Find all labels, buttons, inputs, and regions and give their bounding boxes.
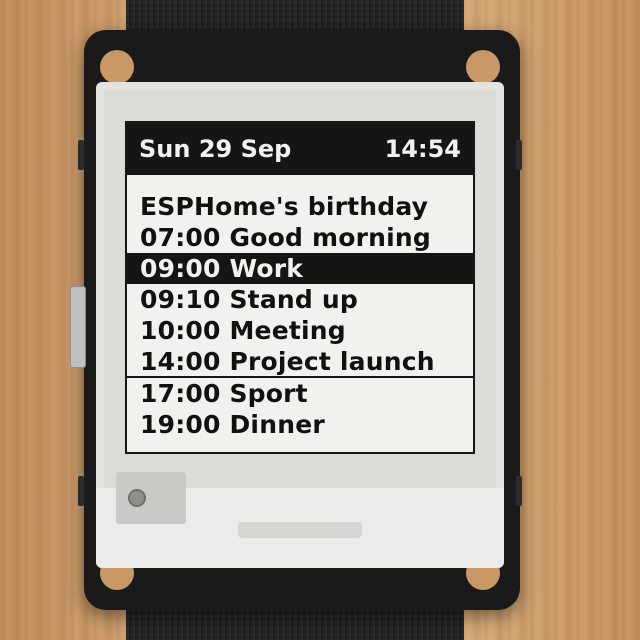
case-pin-top-right bbox=[516, 140, 522, 170]
case-pin-bottom-right bbox=[516, 476, 522, 506]
chin-shelf bbox=[116, 472, 186, 524]
header-date: Sun 29 Sep bbox=[139, 135, 292, 163]
event-row: 07:00 Good morning bbox=[140, 223, 431, 252]
lug-hole-top-right bbox=[466, 50, 500, 84]
event-row: 10:00 Meeting bbox=[140, 316, 346, 345]
event-row: 09:10 Stand up bbox=[140, 285, 358, 314]
chin-slot bbox=[238, 522, 362, 538]
case-pin-top-left bbox=[78, 140, 84, 170]
case-pin-bottom-left bbox=[78, 476, 84, 506]
event-row-current: 09:00 Work bbox=[127, 253, 473, 284]
lug-hole-top-left bbox=[100, 50, 134, 84]
event-row: 14:00 Project launch bbox=[140, 347, 435, 376]
screen-header: Sun 29 Sep 14:54 bbox=[127, 123, 473, 175]
side-button[interactable] bbox=[70, 286, 86, 368]
eink-screen: Sun 29 Sep 14:54 ESPHome's birthday 07:0… bbox=[125, 121, 475, 454]
event-row: 19:00 Dinner bbox=[140, 410, 325, 439]
status-led-icon bbox=[128, 489, 146, 507]
header-time: 14:54 bbox=[384, 135, 461, 163]
event-row: ESPHome's birthday bbox=[140, 192, 429, 221]
event-row: 17:00 Sport bbox=[140, 379, 308, 408]
